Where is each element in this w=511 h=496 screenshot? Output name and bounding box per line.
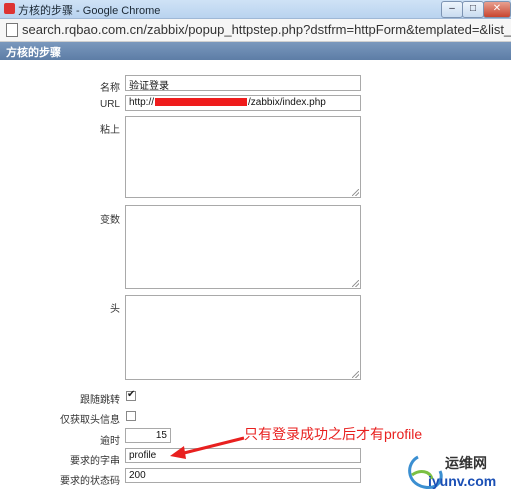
close-button[interactable]: ✕ xyxy=(483,1,511,18)
required-status-field[interactable]: 200 xyxy=(125,468,361,483)
name-label: 名称 xyxy=(100,83,120,94)
variables-label: 变数 xyxy=(100,215,120,226)
timeout-label: 逾时 xyxy=(100,436,120,447)
post-label: 粘上 xyxy=(100,125,120,136)
headers-label: 头 xyxy=(110,304,120,315)
watermark-text-domain: iyunv.com xyxy=(428,473,497,489)
maximize-button[interactable]: □ xyxy=(462,1,484,18)
window-titlebar: 方核的步骤 - Google Chrome – □ ✕ xyxy=(0,0,511,19)
timeout-field[interactable]: 15 xyxy=(125,428,171,443)
panel-header: 方核的步骤 xyxy=(0,42,511,60)
follow-redirects-checkbox[interactable] xyxy=(126,389,136,401)
chrome-page-icon xyxy=(4,3,15,14)
retrieve-headers-checkbox[interactable] xyxy=(126,411,136,421)
variables-textarea[interactable] xyxy=(125,205,361,289)
resize-grip[interactable] xyxy=(352,371,359,378)
follow-redirects-label: 跟随跳转 xyxy=(80,395,120,406)
minimize-button[interactable]: – xyxy=(441,1,463,18)
headers-textarea[interactable] xyxy=(125,295,361,380)
post-textarea[interactable] xyxy=(125,116,361,198)
watermark-text-cn: 运维网 xyxy=(445,455,487,471)
retrieve-headers-label: 仅获取头信息 xyxy=(60,415,120,426)
annotation-arrow xyxy=(170,436,245,459)
page-icon xyxy=(6,23,18,37)
required-status-label: 要求的状态码 xyxy=(60,476,120,487)
annotation-text: 只有登录成功之后才有profile xyxy=(244,426,423,442)
url-label: URL xyxy=(99,99,120,110)
required-string-label: 要求的字串 xyxy=(70,456,120,467)
redacted-host xyxy=(155,98,248,107)
url-field[interactable]: http:// /zabbix/index.php xyxy=(125,95,361,111)
address-bar[interactable]: search.rqbao.com.cn/zabbix/popup_httpste… xyxy=(0,19,511,42)
resize-grip[interactable] xyxy=(352,189,359,196)
url-suffix: /zabbix/index.php xyxy=(248,97,326,108)
name-field[interactable]: 验证登录 xyxy=(125,75,361,91)
url-prefix: http:// xyxy=(129,97,155,108)
window-title: 方核的步骤 - Google Chrome xyxy=(18,5,161,17)
resize-grip[interactable] xyxy=(352,280,359,287)
panel-title: 方核的步骤 xyxy=(6,47,61,59)
address-url[interactable]: search.rqbao.com.cn/zabbix/popup_httpste… xyxy=(22,22,511,37)
